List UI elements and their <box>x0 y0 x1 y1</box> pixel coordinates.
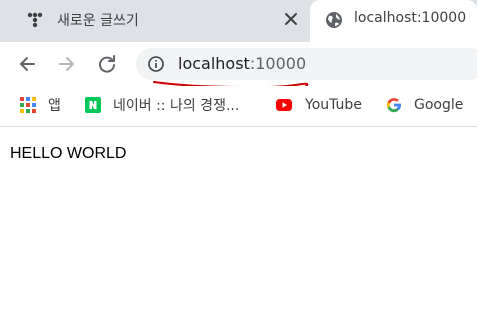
google-icon <box>386 98 401 113</box>
bookmarks-bar: 앱 네이버 :: 나의 경쟁... YouTube Google <box>0 86 477 127</box>
url-host: localhost <box>178 54 250 73</box>
bookmark-label: YouTube <box>305 97 362 113</box>
globe-icon <box>326 12 342 28</box>
tab-strip: 새로운 글쓰기 localhost:10000 <box>0 0 477 42</box>
bookmark-label: Google <box>414 97 464 113</box>
bookmark-apps[interactable]: 앱 <box>20 94 61 116</box>
dots-logo-icon <box>27 12 43 28</box>
back-arrow-icon[interactable] <box>16 53 38 75</box>
page-content: HELLO WORLD <box>0 127 477 319</box>
page-text: HELLO WORLD <box>10 145 127 162</box>
naver-icon <box>85 97 101 113</box>
bookmark-naver[interactable]: 네이버 :: 나의 경쟁... <box>85 94 239 116</box>
youtube-icon <box>276 99 292 111</box>
bookmark-label: 앱 <box>48 98 61 114</box>
bookmark-label: 네이버 :: 나의 경쟁... <box>113 98 240 114</box>
bookmark-youtube[interactable]: YouTube <box>275 94 362 116</box>
url-port: :10000 <box>249 54 307 73</box>
tab-title: 새로운 글쓰기 <box>57 13 139 29</box>
url-text: localhost:10000 <box>178 54 306 73</box>
forward-arrow-icon[interactable] <box>56 53 78 75</box>
apps-grid-icon <box>20 97 36 113</box>
address-bar[interactable]: localhost:10000 <box>136 48 477 80</box>
bookmark-google[interactable]: Google <box>386 94 463 116</box>
info-icon[interactable] <box>148 56 164 72</box>
tab-title: localhost:10000 <box>354 10 467 26</box>
tab-localhost[interactable]: localhost:10000 <box>310 0 477 42</box>
reload-icon[interactable] <box>96 53 118 75</box>
tab-new-post[interactable]: 새로운 글쓰기 <box>0 0 310 42</box>
close-tab-icon[interactable] <box>283 11 299 27</box>
